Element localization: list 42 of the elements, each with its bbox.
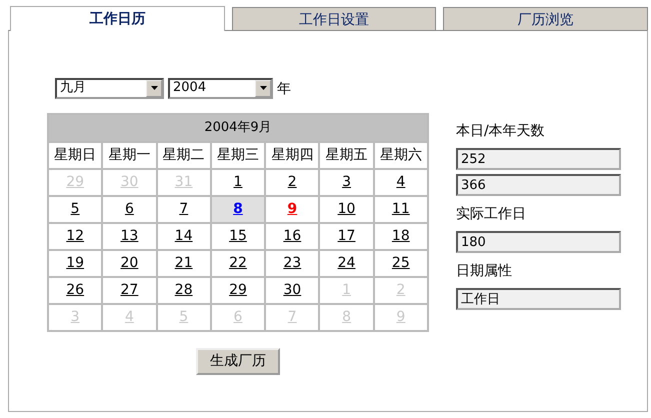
- weekday-header: 星期六: [374, 142, 428, 169]
- calendar-day[interactable]: 22: [229, 255, 247, 271]
- weekday-header: 星期一: [102, 142, 157, 169]
- caret-icon: [146, 80, 162, 96]
- calendar-day[interactable]: 29: [229, 282, 247, 298]
- calendar-day[interactable]: 15: [229, 228, 247, 244]
- year-label: 年: [277, 80, 291, 99]
- year-select[interactable]: 2004: [168, 78, 273, 98]
- field-label: 本日/本年天数: [456, 122, 546, 141]
- caret-icon: [255, 80, 271, 96]
- calendar-day[interactable]: 2: [288, 174, 297, 190]
- weekday-header: 星期二: [156, 142, 211, 169]
- field-label: 日期属性: [456, 262, 513, 281]
- tab[interactable]: 工作日历: [10, 6, 225, 31]
- calendar-day[interactable]: 8: [233, 201, 243, 217]
- calendar-day[interactable]: 5: [70, 201, 80, 217]
- calendar-day[interactable]: 20: [120, 255, 138, 271]
- calendar-day[interactable]: 1: [234, 174, 242, 190]
- value-field[interactable]: 180: [456, 231, 621, 253]
- weekday-header: 星期五: [319, 142, 374, 169]
- field-label: 实际工作日: [456, 205, 527, 224]
- weekday-header: 星期四: [265, 142, 320, 169]
- calendar-day[interactable]: 17: [338, 228, 356, 244]
- value-field[interactable]: 366: [456, 174, 621, 196]
- month-select[interactable]: 九月: [55, 78, 164, 98]
- calendar-day[interactable]: 10: [338, 201, 356, 217]
- value-field[interactable]: 工作日: [456, 288, 621, 310]
- calendar-day[interactable]: 13: [120, 228, 138, 244]
- calendar-day[interactable]: 24: [338, 255, 356, 271]
- calendar-day[interactable]: 27: [120, 282, 138, 298]
- tab[interactable]: 厂历浏览: [443, 7, 648, 30]
- weekday-header: 星期日: [48, 142, 102, 169]
- value-field[interactable]: 252: [456, 148, 621, 170]
- calendar-day[interactable]: 7: [179, 201, 188, 217]
- calendar-day[interactable]: 3: [342, 174, 351, 190]
- calendar-title: 2004年9月: [48, 114, 428, 142]
- tab[interactable]: 工作日设置: [232, 7, 436, 30]
- generate-button[interactable]: 生成厂历: [196, 348, 280, 375]
- calendar-day[interactable]: 4: [396, 174, 406, 190]
- calendar-day[interactable]: 9: [287, 201, 298, 217]
- weekday-header: 星期三: [210, 142, 266, 169]
- calendar-day[interactable]: 6: [124, 201, 134, 217]
